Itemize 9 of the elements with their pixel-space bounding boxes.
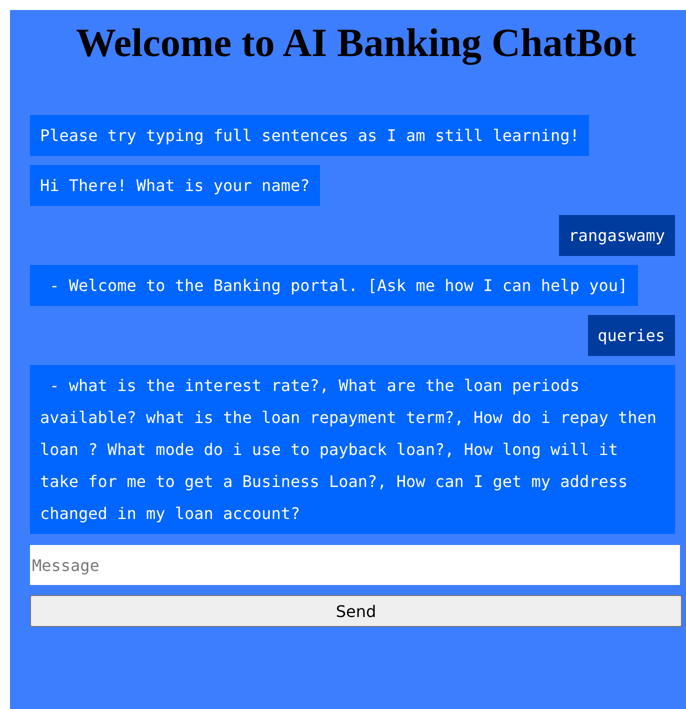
user-message: rangaswamy [558, 215, 675, 256]
bot-message: - Welcome to the Banking portal. [Ask me how I can help you] [30, 265, 638, 306]
message-field[interactable]: Message [30, 545, 680, 585]
bot-message: Hi There! What is your name? [30, 165, 320, 206]
send-button[interactable]: Send [30, 595, 682, 627]
bot-message: - what is the interest rate?, What are the loan periods available? what is the loan repayment term?, How do i repay then loan ? What mode do i use to payback loan?, How long will it take for me to get a Business Loan?, How can I get my address changed in my loan account? [30, 365, 675, 534]
page-title: Welcome to AI Banking ChatBot [74, 19, 638, 66]
bot-message: Please try typing full sentences as I am still learning! [30, 115, 590, 156]
user-message: queries [588, 315, 675, 356]
